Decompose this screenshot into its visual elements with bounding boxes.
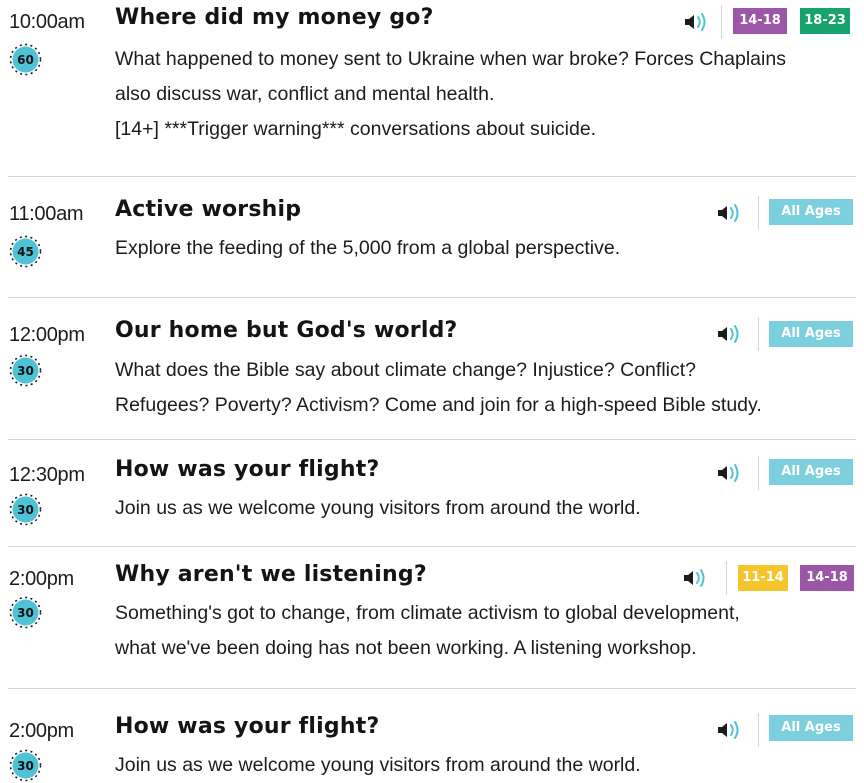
session-time: 11:00am bbox=[9, 203, 84, 225]
description-line: What does the Bible say about climate ch… bbox=[115, 359, 697, 381]
timer-icon: 60 bbox=[9, 43, 42, 76]
timer-duration: 30 bbox=[17, 606, 34, 620]
session-title: Where did my money go? bbox=[115, 5, 434, 30]
session-time: 2:00pm bbox=[9, 720, 74, 742]
session-description: What does the Bible say about climate ch… bbox=[115, 353, 860, 423]
session-title: Our home but God's world? bbox=[115, 318, 458, 343]
timer-icon: 30 bbox=[9, 493, 42, 526]
timer-duration: 60 bbox=[17, 53, 34, 67]
age-badge-11-14[interactable]: 11-14 bbox=[738, 565, 788, 591]
speaker-icon[interactable] bbox=[716, 462, 742, 484]
timer-duration: 30 bbox=[17, 364, 34, 378]
speaker-icon[interactable] bbox=[716, 323, 742, 345]
session-divider bbox=[8, 297, 856, 298]
description-line: also discuss war, conflict and mental he… bbox=[115, 83, 495, 105]
session-description: What happened to money sent to Ukraine w… bbox=[115, 42, 860, 147]
age-badge-14-18[interactable]: 14-18 bbox=[800, 565, 854, 591]
timer-duration: 45 bbox=[17, 245, 34, 259]
description-line: Explore the feeding of the 5,000 from a … bbox=[115, 237, 621, 259]
divider-vertical bbox=[758, 317, 759, 351]
session-title: How was your flight? bbox=[115, 457, 380, 482]
session-divider bbox=[8, 688, 856, 689]
timer-icon: 30 bbox=[9, 354, 42, 387]
divider-vertical bbox=[758, 713, 759, 747]
divider-vertical bbox=[726, 561, 727, 595]
description-line: Refugees? Poverty? Activism? Come and jo… bbox=[115, 394, 762, 416]
session-divider bbox=[8, 439, 856, 440]
description-line: What happened to money sent to Ukraine w… bbox=[115, 48, 786, 70]
timer-icon: 30 bbox=[9, 749, 42, 782]
timer-duration: 30 bbox=[17, 759, 34, 773]
session-title: How was your flight? bbox=[115, 714, 380, 739]
session-description: Join us as we welcome young visitors fro… bbox=[115, 491, 860, 526]
speaker-icon[interactable] bbox=[716, 719, 742, 741]
description-line: Something's got to change, from climate … bbox=[115, 602, 740, 624]
speaker-icon[interactable] bbox=[682, 567, 708, 589]
session-time: 10:00am bbox=[9, 11, 85, 33]
description-line: Join us as we welcome young visitors fro… bbox=[115, 754, 641, 776]
age-badge-14-18[interactable]: 14-18 bbox=[733, 8, 787, 34]
session-title: Active worship bbox=[115, 197, 302, 222]
session-description: Join us as we welcome young visitors fro… bbox=[115, 748, 860, 783]
session-description: Explore the feeding of the 5,000 from a … bbox=[115, 231, 860, 266]
session-time: 12:30pm bbox=[9, 464, 85, 486]
timer-icon: 30 bbox=[9, 596, 42, 629]
age-badge-18-23[interactable]: 18-23 bbox=[800, 8, 850, 34]
description-line: [14+] ***Trigger warning*** conversation… bbox=[115, 118, 597, 140]
session-divider bbox=[8, 176, 856, 177]
session-divider bbox=[8, 546, 856, 547]
speaker-icon[interactable] bbox=[716, 202, 742, 224]
session-description: Something's got to change, from climate … bbox=[115, 596, 860, 666]
speaker-icon[interactable] bbox=[683, 11, 709, 33]
age-badge-all-ages[interactable]: All Ages bbox=[769, 715, 853, 741]
description-line: Join us as we welcome young visitors fro… bbox=[115, 497, 641, 519]
age-badge-all-ages[interactable]: All Ages bbox=[769, 321, 853, 347]
session-time: 12:00pm bbox=[9, 324, 85, 346]
age-badge-all-ages[interactable]: All Ages bbox=[769, 199, 853, 225]
timer-icon: 45 bbox=[9, 235, 42, 268]
session-title: Why aren't we listening? bbox=[115, 562, 427, 587]
timer-duration: 30 bbox=[17, 503, 34, 517]
session-time: 2:00pm bbox=[9, 568, 74, 590]
age-badge-all-ages[interactable]: All Ages bbox=[769, 459, 853, 485]
divider-vertical bbox=[721, 5, 722, 39]
description-line: what we've been doing has not been worki… bbox=[115, 637, 697, 659]
divider-vertical bbox=[758, 456, 759, 490]
divider-vertical bbox=[758, 196, 759, 230]
